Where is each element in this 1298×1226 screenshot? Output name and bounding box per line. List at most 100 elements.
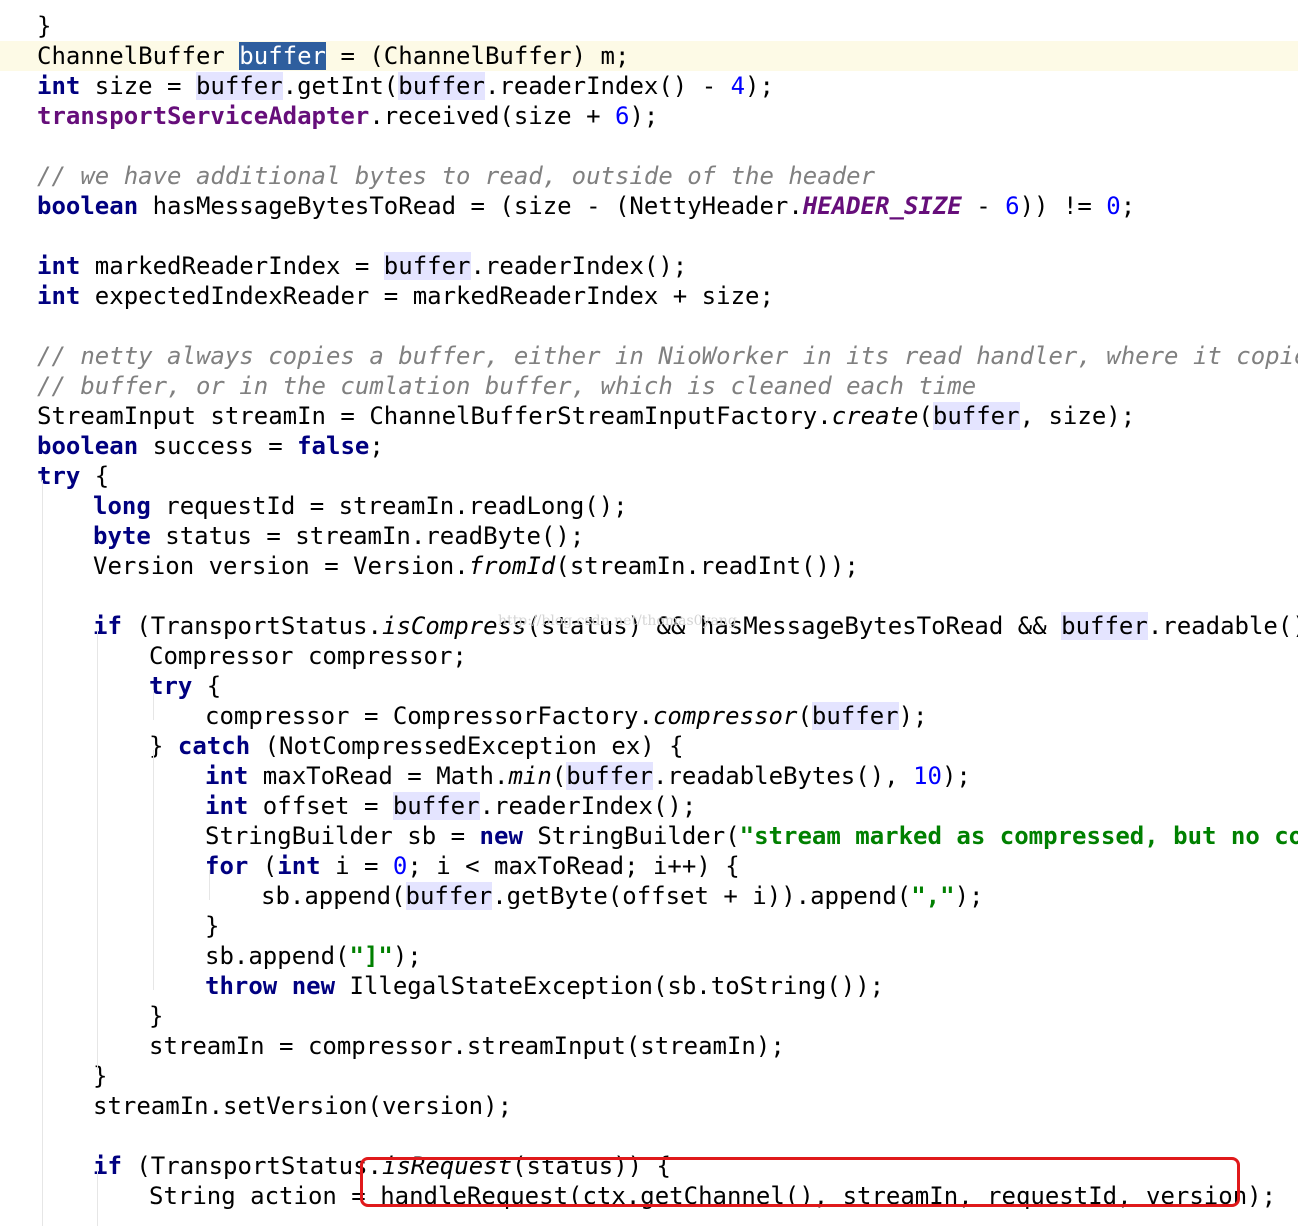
code-token: streamIn = compressor.streamInput(stream… bbox=[149, 1032, 785, 1060]
code-line[interactable]: streamIn = compressor.streamInput(stream… bbox=[0, 1031, 1298, 1061]
code-line[interactable]: Compressor compressor; bbox=[0, 641, 1298, 671]
comment-token: // buffer, or in the cumlation buffer, w… bbox=[37, 372, 977, 400]
code-token: create bbox=[831, 402, 919, 430]
code-line[interactable]: transportServiceAdapter.received(size + … bbox=[0, 101, 1298, 131]
keyword-token: long bbox=[93, 492, 151, 520]
code-line[interactable]: Version version = Version.fromId(streamI… bbox=[0, 551, 1298, 581]
code-token: i = bbox=[320, 852, 393, 880]
code-token: .getByte(offset + i)).append( bbox=[492, 882, 912, 910]
code-line[interactable]: streamIn.setVersion(version); bbox=[0, 1091, 1298, 1121]
usage-highlight-token: buffer bbox=[195, 72, 283, 100]
code-line[interactable]: int markedReaderIndex = buffer.readerInd… bbox=[0, 251, 1298, 281]
code-line[interactable]: StringBuilder sb = new StringBuilder("st… bbox=[0, 821, 1298, 851]
code-token: min bbox=[508, 762, 552, 790]
number-token: 6 bbox=[1005, 192, 1020, 220]
keyword-token: new bbox=[479, 822, 523, 850]
code-line[interactable]: int size = buffer.getInt(buffer.readerIn… bbox=[0, 71, 1298, 101]
code-line[interactable]: try { bbox=[0, 671, 1298, 701]
code-line[interactable]: sb.append("]"); bbox=[0, 941, 1298, 971]
code-token: expectedIndexReader = markedReaderIndex … bbox=[80, 282, 774, 310]
keyword-token: for bbox=[205, 852, 249, 880]
code-token: ; bbox=[369, 432, 384, 460]
code-token: status = streamIn.readByte(); bbox=[150, 522, 585, 550]
code-token: compressor = CompressorFactory. bbox=[205, 702, 653, 730]
code-line[interactable]: int expectedIndexReader = markedReaderIn… bbox=[0, 281, 1298, 311]
code-token: maxToRead = Math. bbox=[248, 762, 509, 790]
code-token: , size); bbox=[1019, 402, 1136, 430]
code-token: ); bbox=[629, 102, 659, 130]
code-line[interactable]: } bbox=[0, 911, 1298, 941]
string-token: "stream marked as compressed, but no com… bbox=[739, 822, 1298, 850]
code-token: (streamIn.readInt()); bbox=[555, 552, 859, 580]
code-token: } bbox=[93, 1062, 108, 1090]
code-token: fromId bbox=[468, 552, 556, 580]
code-token: IllegalStateException(sb.toString()); bbox=[335, 972, 885, 1000]
code-line[interactable]: ChannelBuffer buffer = (ChannelBuffer) m… bbox=[0, 41, 1298, 71]
code-token: (TransportStatus. bbox=[121, 612, 382, 640]
code-token: } bbox=[37, 12, 52, 40]
code-line[interactable]: } bbox=[0, 11, 1298, 41]
usage-highlight-token: buffer bbox=[566, 762, 653, 790]
watermark-text: http://blog.csdn.net/thomas0yang bbox=[498, 613, 737, 629]
code-line[interactable] bbox=[0, 581, 1298, 611]
code-token: ); bbox=[745, 72, 774, 100]
code-line[interactable]: for (int i = 0; i < maxToRead; i++) { bbox=[0, 851, 1298, 881]
code-token: StringBuilder( bbox=[522, 822, 740, 850]
code-token: (TransportStatus. bbox=[121, 1152, 382, 1180]
code-line[interactable] bbox=[0, 1121, 1298, 1151]
code-token: size = bbox=[80, 72, 196, 100]
code-line[interactable] bbox=[0, 221, 1298, 251]
code-line[interactable]: // netty always copies a buffer, either … bbox=[0, 341, 1298, 371]
code-token: ); bbox=[898, 702, 928, 730]
code-token: ( bbox=[797, 702, 812, 730]
code-line[interactable]: sb.append(buffer.getByte(offset + i)).ap… bbox=[0, 881, 1298, 911]
code-line[interactable]: } bbox=[0, 1061, 1298, 1091]
code-line[interactable]: throw new IllegalStateException(sb.toStr… bbox=[0, 971, 1298, 1001]
code-token: { bbox=[80, 462, 110, 490]
usage-highlight-token: buffer bbox=[1061, 612, 1148, 640]
code-line[interactable]: long requestId = streamIn.readLong(); bbox=[0, 491, 1298, 521]
keyword-token: throw bbox=[205, 972, 278, 1000]
string-token: "," bbox=[911, 882, 955, 910]
code-token: { bbox=[192, 672, 222, 700]
usage-highlight-token: buffer bbox=[932, 402, 1020, 430]
indent-guide bbox=[97, 630, 98, 1070]
keyword-token: boolean bbox=[37, 192, 139, 220]
code-line[interactable]: int offset = buffer.readerIndex(); bbox=[0, 791, 1298, 821]
code-line[interactable]: boolean hasMessageBytesToRead = (size - … bbox=[0, 191, 1298, 221]
code-line[interactable] bbox=[0, 311, 1298, 341]
code-editor[interactable]: } ChannelBuffer buffer = (ChannelBuffer) … bbox=[0, 0, 1298, 1226]
number-token: 6 bbox=[614, 102, 630, 130]
code-line[interactable]: try { bbox=[0, 461, 1298, 491]
code-token: = (ChannelBuffer) m; bbox=[326, 42, 630, 70]
code-token: offset = bbox=[248, 792, 393, 820]
code-token: .readerIndex(); bbox=[470, 252, 688, 280]
code-line[interactable]: StreamInput streamIn = ChannelBufferStre… bbox=[0, 401, 1298, 431]
keyword-token: byte bbox=[93, 522, 151, 550]
code-line[interactable]: compressor = CompressorFactory.compresso… bbox=[0, 701, 1298, 731]
code-line[interactable]: // we have additional bytes to read, out… bbox=[0, 161, 1298, 191]
code-line[interactable]: byte status = streamIn.readByte(); bbox=[0, 521, 1298, 551]
keyword-token: new bbox=[291, 972, 336, 1000]
keyword-token: catch bbox=[177, 732, 251, 760]
code-token: ); bbox=[954, 882, 984, 910]
keyword-token: try bbox=[149, 672, 193, 700]
keyword-token: int bbox=[205, 792, 249, 820]
code-token: ); bbox=[941, 762, 971, 790]
code-token: } bbox=[149, 1002, 164, 1030]
code-token: ( bbox=[248, 852, 278, 880]
field-token: transportServiceAdapter bbox=[37, 102, 370, 130]
code-token: Version version = Version. bbox=[93, 552, 469, 580]
code-line[interactable]: int maxToRead = Math.min(buffer.readable… bbox=[0, 761, 1298, 791]
highlight-callout-box bbox=[360, 1157, 1240, 1207]
code-line[interactable] bbox=[0, 131, 1298, 161]
code-token: sb.append( bbox=[205, 942, 350, 970]
code-token: streamIn.setVersion(version); bbox=[93, 1092, 513, 1120]
code-line[interactable]: boolean success = false; bbox=[0, 431, 1298, 461]
code-line[interactable]: } catch (NotCompressedException ex) { bbox=[0, 731, 1298, 761]
code-line[interactable]: // buffer, or in the cumlation buffer, w… bbox=[0, 371, 1298, 401]
code-line[interactable]: } bbox=[0, 1001, 1298, 1031]
code-token: (NotCompressedException ex) { bbox=[250, 732, 684, 760]
code-token: markedReaderIndex = bbox=[80, 252, 384, 280]
comment-token: // netty always copies a buffer, either … bbox=[37, 342, 1298, 370]
